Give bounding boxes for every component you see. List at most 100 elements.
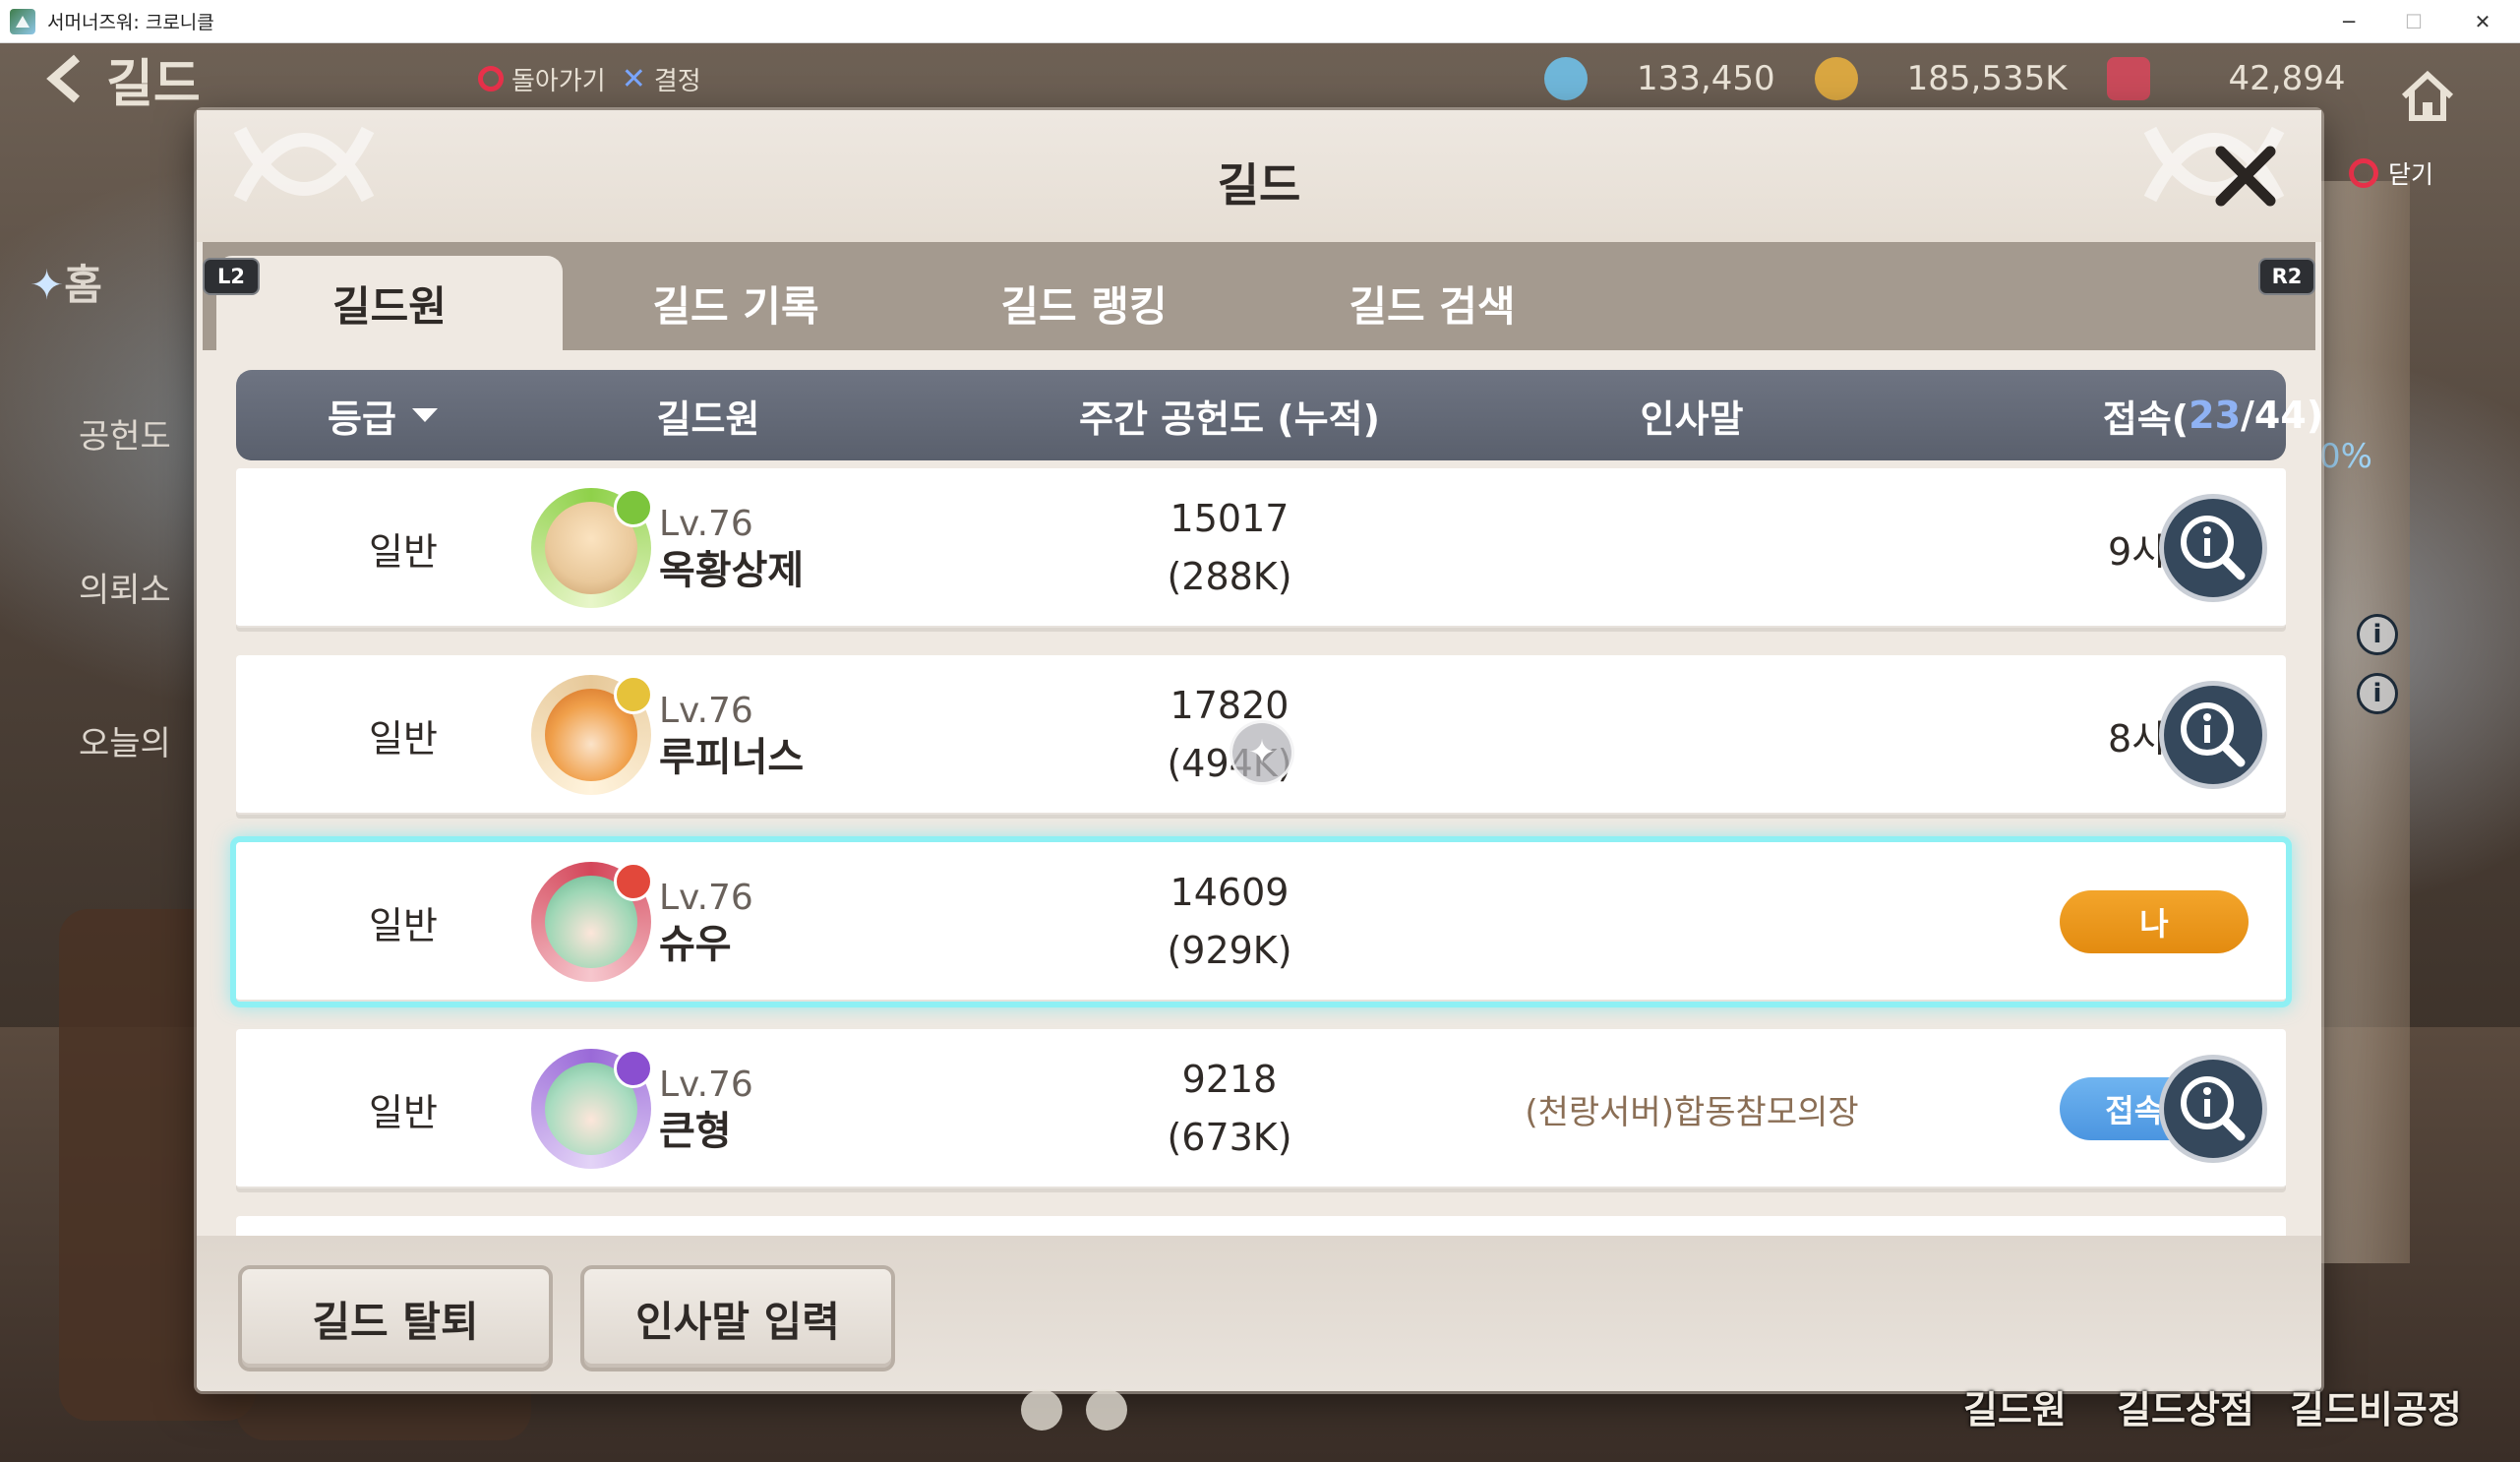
r2-shoulder-button[interactable]: R2 xyxy=(2258,258,2315,295)
menu-request[interactable]: 의뢰소 xyxy=(79,563,171,611)
tab-members[interactable]: 길드원 xyxy=(216,256,563,350)
row-grade: 일반 xyxy=(369,903,438,947)
avatar xyxy=(531,675,653,795)
currency-ticket: 42,894 xyxy=(2228,59,2346,98)
row-access: 8시간 xyxy=(2107,716,2201,761)
currency-gold: 185,535K xyxy=(1906,59,2068,98)
footer-nav-members[interactable]: 길드원 xyxy=(1963,1379,2067,1433)
ticket-icon xyxy=(2106,57,2150,100)
table-header: 등급 길드원 주간 공헌도 (누적) 인사말 접속(23/44) xyxy=(236,370,2321,460)
currency-bar: 133,450 185,535K 42,894 xyxy=(1544,49,2345,108)
element-badge-icon xyxy=(614,488,653,527)
table-row[interactable]: 일반 Lv.76 옥황상제 15017 (288K) 9시간 xyxy=(236,468,2286,628)
member-info-button[interactable] xyxy=(2164,1060,2262,1158)
table-row-self[interactable]: 일반 Lv.76 슈우 14609 (929K) 나 xyxy=(236,842,2286,1002)
header-access-online: 23 xyxy=(2189,394,2242,437)
leave-guild-button[interactable]: 길드 탈퇴 xyxy=(238,1265,553,1371)
element-badge-icon xyxy=(614,862,653,901)
prompt-confirm: 결정 xyxy=(653,66,701,96)
info-icon[interactable]: i xyxy=(2357,614,2398,655)
button-prompts: 돌아가기 ✕ 결정 xyxy=(478,49,701,108)
tab-guild-ranking[interactable]: 길드 랭킹 xyxy=(911,256,1257,350)
chat-icon[interactable] xyxy=(1086,1389,1127,1431)
member-name: 루피너스 xyxy=(659,734,805,780)
member-name: 옥황상제 xyxy=(659,547,805,593)
row-access: 접속 중 xyxy=(1957,1029,2321,1188)
footer-icons xyxy=(1021,1389,1127,1431)
avatar xyxy=(531,1049,653,1169)
header-greeting: 인사말 xyxy=(1640,396,1744,441)
tab-bar: 길드원 길드 기록 길드 랭킹 길드 검색 xyxy=(203,242,2315,350)
member-level: Lv.76 xyxy=(659,690,753,731)
menu-home[interactable]: ✦홈 xyxy=(30,252,102,312)
table-row-partial[interactable] xyxy=(236,1216,2286,1236)
row-member: Lv.76 루피너스 xyxy=(531,655,885,815)
row-contribution: 15017 (288K) xyxy=(1033,468,1426,628)
back-button[interactable]: 길드 xyxy=(39,49,201,114)
emote-icon[interactable] xyxy=(1021,1389,1062,1431)
row-contribution: 17820 (494K) xyxy=(1033,655,1426,815)
total-contribution: (288K) xyxy=(1167,555,1292,598)
weekly-contribution: 9218 xyxy=(1181,1058,1278,1102)
dialog-header: 길드 xyxy=(197,110,2321,242)
row-grade: 일반 xyxy=(369,529,438,574)
menu-contribution[interactable]: 공헌도 xyxy=(79,409,171,457)
row-greeting xyxy=(1436,842,1948,1002)
element-badge-icon xyxy=(614,675,653,714)
currency-crystal: 133,450 xyxy=(1637,59,1775,98)
footer-nav-shop[interactable]: 길드상점 xyxy=(2117,1379,2254,1433)
circle-button-icon xyxy=(2349,158,2378,188)
close-hint[interactable]: 닫기 xyxy=(2349,155,2433,191)
home-icon[interactable] xyxy=(2396,65,2459,128)
total-contribution: (929K) xyxy=(1167,929,1292,972)
sort-down-icon xyxy=(411,408,438,422)
menu-home-label: 홈 xyxy=(64,261,102,309)
row-access: 나 xyxy=(1957,842,2321,1002)
header-member: 길드원 xyxy=(656,396,760,441)
magnifier-info-icon xyxy=(2181,516,2246,580)
row-access: 9시간 xyxy=(2107,529,2201,574)
row-member: Lv.76 큰형 xyxy=(531,1029,885,1188)
magnifier-info-icon xyxy=(2181,1076,2246,1141)
window-titlebar: 서머너즈워: 크로니클 ─ ☐ ✕ xyxy=(0,0,2520,43)
info-icon[interactable]: i xyxy=(2357,673,2398,714)
greeting-input-button[interactable]: 인사말 입력 xyxy=(580,1265,895,1371)
window-close-button[interactable]: ✕ xyxy=(2453,0,2512,43)
tab-guild-search[interactable]: 길드 검색 xyxy=(1259,256,1605,350)
row-greeting: (천랑서버)합동참모의장 xyxy=(1525,1092,1859,1132)
menu-today[interactable]: 오늘의 xyxy=(79,716,171,764)
member-level: Lv.76 xyxy=(659,503,753,544)
header-grade: 등급 xyxy=(328,396,396,441)
row-member: Lv.76 슈우 xyxy=(531,842,885,1002)
app-icon xyxy=(10,8,35,34)
member-level: Lv.76 xyxy=(659,877,753,918)
element-badge-icon xyxy=(614,1049,653,1088)
row-contribution: 9218 (673K) xyxy=(1033,1029,1426,1188)
footer-nav-airship[interactable]: 길드비공정 xyxy=(2290,1379,2462,1433)
member-list[interactable]: 등급 길드원 주간 공헌도 (누적) 인사말 접속(23/44) 일반 Lv.… xyxy=(197,350,2321,1236)
sort-grade[interactable]: 등급 xyxy=(236,370,531,460)
member-info-button[interactable] xyxy=(2164,686,2262,784)
cursor-indicator-icon: ✦ xyxy=(1230,720,1294,785)
dialog-footer: 길드 탈퇴 인사말 입력 xyxy=(197,1236,2321,1391)
close-hint-label: 닫기 xyxy=(2388,160,2434,189)
header-access: 접속(23/44) xyxy=(1957,370,2321,460)
maximize-button[interactable]: ☐ xyxy=(2384,0,2443,43)
magnifier-info-icon xyxy=(2181,702,2246,767)
crystal-icon xyxy=(1544,57,1588,100)
member-name: 슈우 xyxy=(659,921,732,967)
minimize-button[interactable]: ─ xyxy=(2319,0,2378,43)
table-row[interactable]: 일반 Lv.76 큰형 9218 (673K) (천랑서버)합동참모의장 접속 … xyxy=(236,1029,2286,1188)
progress-percent: 0% xyxy=(2319,437,2372,476)
weekly-contribution: 15017 xyxy=(1170,497,1290,541)
header-access-prefix: 접속( xyxy=(2102,396,2190,441)
avatar xyxy=(531,488,653,608)
avatar xyxy=(531,862,653,982)
weekly-contribution: 14609 xyxy=(1170,871,1290,915)
l2-shoulder-button[interactable]: L2 xyxy=(203,258,260,295)
close-icon[interactable] xyxy=(2209,140,2282,213)
member-info-button[interactable] xyxy=(2164,499,2262,597)
dialog-title: 길드 xyxy=(1217,158,1301,212)
tab-guild-log[interactable]: 길드 기록 xyxy=(563,256,909,350)
self-badge: 나 xyxy=(2060,890,2249,953)
